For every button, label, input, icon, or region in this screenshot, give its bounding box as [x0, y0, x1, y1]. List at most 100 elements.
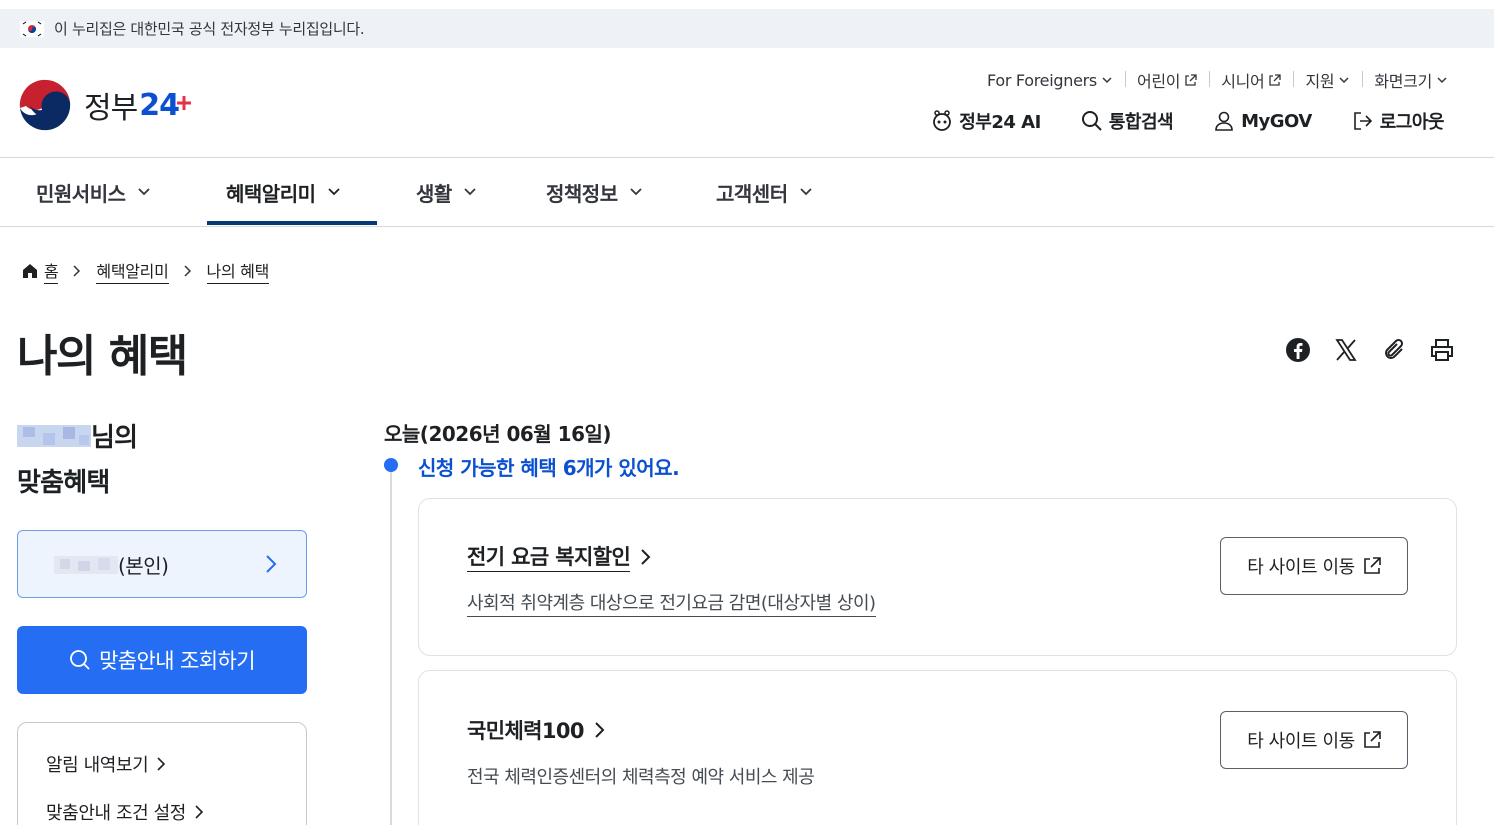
logout-icon: [1353, 112, 1372, 130]
util-link-support[interactable]: 지원: [1293, 68, 1362, 92]
util-link-foreigners[interactable]: For Foreigners: [975, 71, 1125, 90]
clip-icon[interactable]: [1380, 336, 1408, 364]
breadcrumb-my-benefits[interactable]: 나의 혜택: [206, 258, 269, 284]
link-label: 알림 내역보기: [46, 755, 149, 776]
utility-links: For Foreigners 어린이 시니어 지원 화면크기: [975, 68, 1448, 92]
chevron-down-icon: [629, 188, 642, 196]
search-button-label: 통합검색: [1108, 112, 1174, 133]
custom-benefit-search-button[interactable]: 맞춤안내 조회하기: [17, 626, 307, 694]
external-link-icon: [1269, 73, 1282, 86]
benefit-card: 국민체력100 전국 체력인증센터의 체력측정 예약 서비스 제공 타 사이트 …: [418, 670, 1457, 825]
chevron-down-icon: [1339, 77, 1349, 84]
share-tools: [1284, 336, 1456, 364]
external-site-button[interactable]: 타 사이트 이동: [1220, 711, 1408, 769]
benefit-title-link[interactable]: 전기 요금 복지할인: [467, 541, 652, 572]
wordmark-number-text: 24: [139, 87, 180, 123]
x-icon[interactable]: [1332, 336, 1360, 364]
mygov-button[interactable]: MyGOV: [1213, 110, 1312, 132]
chevron-down-icon: [464, 188, 476, 196]
search-icon: [1081, 111, 1102, 131]
today-date: 오늘(2026년 06월 16일): [384, 422, 612, 446]
nav-item-label: 정책정보: [546, 181, 618, 206]
util-link-label: 시니어: [1221, 72, 1265, 91]
benefit-description[interactable]: 사회적 취약계층 대상으로 전기요금 감면(대상자별 상이): [467, 589, 876, 617]
gov-official-banner: 이 누리집은 대한민국 공식 전자정부 누리집입니다.: [0, 9, 1494, 48]
person-label: (본인): [118, 553, 169, 578]
user-icon: [1215, 111, 1233, 131]
util-link-label: 지원: [1305, 72, 1335, 91]
chevron-down-icon: [137, 188, 150, 196]
timeline-line: [390, 468, 392, 825]
util-link-children[interactable]: 어린이: [1124, 68, 1209, 92]
benefit-card: 전기 요금 복지할인 사회적 취약계층 대상으로 전기요금 감면(대상자별 상이…: [418, 498, 1457, 656]
site-header: 정부 24 For Foreigners 어린이 시니어 지원 화면크기 정부2…: [0, 48, 1494, 158]
chevron-right-icon: [595, 722, 605, 738]
chevron-down-icon: [327, 188, 340, 196]
chevron-right-icon: [157, 757, 166, 771]
nav-item-benefit-alert[interactable]: 혜택알리미: [226, 159, 342, 225]
condition-settings-link[interactable]: 맞춤안내 조건 설정: [46, 799, 278, 825]
nav-active-indicator: [207, 221, 377, 225]
nav-item-policy-info[interactable]: 정책정보: [546, 159, 644, 225]
nav-item-civil-services[interactable]: 민원서비스: [36, 159, 152, 225]
chevron-right-icon: [641, 548, 651, 565]
mygov-button-label: MyGOV: [1241, 110, 1312, 132]
government-emblem-icon: [17, 77, 73, 133]
person-select-button[interactable]: (본인): [17, 530, 307, 598]
site-wordmark: 정부 24: [84, 83, 191, 127]
nav-item-customer-center[interactable]: 고객센터: [716, 159, 814, 225]
nav-item-life[interactable]: 생활: [416, 159, 478, 225]
facebook-icon[interactable]: [1284, 336, 1312, 364]
ai-robot-icon: [933, 110, 952, 131]
nav-item-label: 민원서비스: [36, 181, 126, 206]
logout-button[interactable]: 로그아웃: [1352, 108, 1445, 134]
chevron-right-icon: [195, 805, 204, 819]
benefit-title: 국민체력100: [467, 719, 585, 743]
link-label: 맞춤안내 조건 설정: [46, 803, 186, 824]
external-link-icon: [1363, 731, 1381, 748]
external-site-button[interactable]: 타 사이트 이동: [1220, 537, 1408, 595]
external-link-icon: [1185, 73, 1197, 86]
timeline-dot: [384, 458, 398, 472]
util-link-screen-size[interactable]: 화면크기: [1362, 68, 1448, 92]
ai-button-label: 정부24 AI: [959, 112, 1041, 133]
benefit-title-link[interactable]: 국민체력100: [467, 715, 606, 745]
search-button[interactable]: 통합검색: [1081, 108, 1174, 134]
chevron-right-icon: [266, 555, 277, 573]
masked-person-name: [54, 556, 118, 574]
main-navigation: 민원서비스 혜택알리미 생활 정책정보 고객센터: [0, 159, 1494, 227]
person-name: (본인): [38, 550, 169, 579]
greeting-line2: 맞춤혜택: [17, 467, 110, 498]
quick-links: 정부24 AI 통합검색 MyGOV 로그아웃: [931, 108, 1445, 134]
masked-user-name: [17, 417, 91, 461]
site-logo[interactable]: 정부 24: [16, 76, 191, 134]
chevron-down-icon: [1102, 77, 1112, 84]
greeting-suffix: 님의: [91, 423, 138, 453]
user-greeting: 님의 맞춤혜택: [17, 416, 138, 505]
external-site-label: 타 사이트 이동: [1247, 731, 1355, 752]
notification-history-link[interactable]: 알림 내역보기: [46, 751, 278, 777]
util-link-label: 화면크기: [1374, 72, 1432, 91]
util-link-label: 어린이: [1136, 72, 1181, 91]
wordmark-text: 정부: [84, 91, 138, 126]
plus-mark-icon: [176, 95, 191, 110]
util-link-label: For Foreigners: [987, 70, 1097, 90]
nav-item-label: 생활: [416, 181, 452, 206]
side-links-box: 알림 내역보기 맞춤안내 조건 설정: [17, 722, 307, 825]
chevron-down-icon: [1437, 77, 1447, 84]
external-link-icon: [1363, 557, 1381, 574]
ai-button[interactable]: 정부24 AI: [931, 108, 1041, 134]
util-link-senior[interactable]: 시니어: [1209, 68, 1293, 92]
home-icon: [23, 264, 37, 278]
breadcrumb-benefit-alert[interactable]: 혜택알리미: [96, 258, 169, 284]
search-button-label: 맞춤안내 조회하기: [99, 649, 255, 673]
chevron-down-icon: [799, 188, 812, 196]
chevron-right-icon: [72, 265, 82, 277]
nav-item-label: 혜택알리미: [226, 181, 316, 206]
benefit-description: 전국 체력인증센터의 체력측정 예약 서비스 제공: [467, 767, 815, 788]
logout-button-label: 로그아웃: [1379, 112, 1445, 133]
print-icon[interactable]: [1428, 336, 1456, 364]
benefit-count-message: 신청 가능한 혜택 6개가 있어요.: [418, 456, 680, 480]
breadcrumb-home[interactable]: 홈: [44, 258, 59, 284]
nav-item-label: 고객센터: [716, 181, 788, 206]
